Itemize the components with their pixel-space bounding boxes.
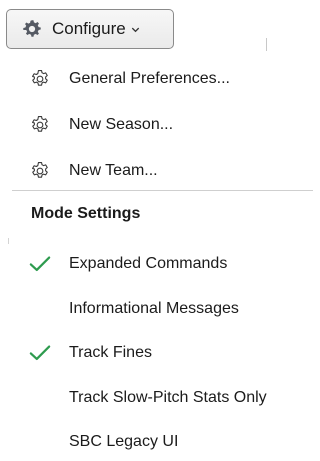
menu-item-label: Track Slow-Pitch Stats Only bbox=[69, 389, 267, 406]
configure-menu-button[interactable]: Configure bbox=[6, 9, 174, 49]
menu-item-expanded-commands[interactable]: Expanded Commands bbox=[0, 245, 313, 283]
menu-item-track-slow-pitch-stats-only[interactable]: Track Slow-Pitch Stats Only bbox=[0, 379, 313, 417]
menu-item-label: Track Fines bbox=[69, 344, 152, 361]
mode-settings-header: Mode Settings bbox=[31, 205, 141, 222]
menu-item-label: SBC Legacy UI bbox=[69, 433, 179, 450]
settings-gear-icon bbox=[29, 114, 51, 136]
menu-divider bbox=[12, 190, 313, 191]
menu-item-label: Expanded Commands bbox=[69, 255, 228, 272]
menu-item-new-team[interactable]: New Team... bbox=[0, 152, 313, 190]
menu-item-informational-messages[interactable]: Informational Messages bbox=[0, 290, 313, 328]
menu-item-general-preferences[interactable]: General Preferences... bbox=[0, 60, 313, 98]
menu-edge-mark bbox=[8, 238, 9, 244]
settings-gear-icon bbox=[29, 68, 51, 90]
menu-item-label: General Preferences... bbox=[69, 70, 230, 87]
menu-item-label: Informational Messages bbox=[69, 300, 239, 317]
settings-gear-icon bbox=[29, 160, 51, 182]
chevron-down-icon bbox=[131, 27, 139, 32]
menu-item-label: New Team... bbox=[69, 162, 158, 179]
configure-dropdown-menu: General Preferences... New Season... New… bbox=[0, 54, 313, 455]
menu-item-sbc-legacy-ui[interactable]: SBC Legacy UI bbox=[0, 423, 313, 461]
checkmark-icon bbox=[29, 342, 51, 364]
menu-item-new-season[interactable]: New Season... bbox=[0, 106, 313, 144]
checkmark-icon bbox=[29, 253, 51, 275]
toolbar-separator bbox=[266, 38, 267, 51]
configure-label: Configure bbox=[52, 19, 126, 38]
menu-item-track-fines[interactable]: Track Fines bbox=[0, 334, 313, 372]
menu-item-label: New Season... bbox=[69, 116, 174, 133]
gear-icon bbox=[23, 20, 41, 37]
